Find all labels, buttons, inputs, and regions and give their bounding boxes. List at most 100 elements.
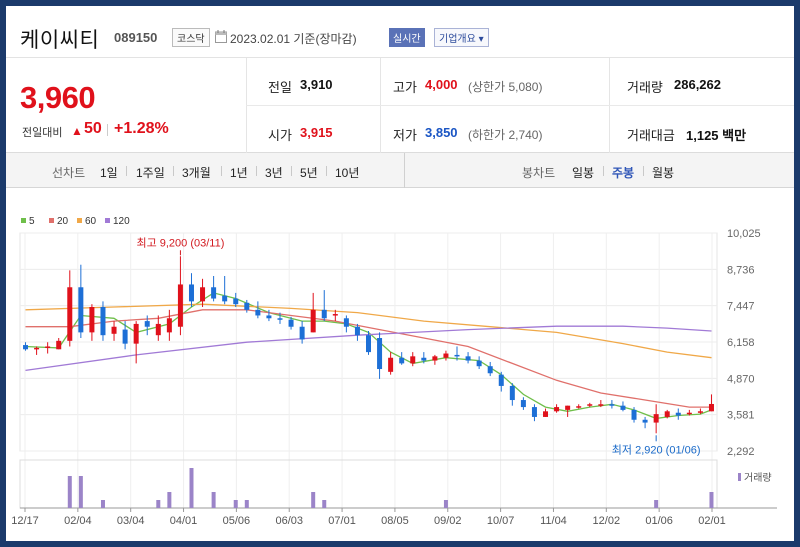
price-chart[interactable]: 10,025 8,736 7,447 6,158 4,870 3,581 2,292 12/1… — [6, 188, 794, 541]
upper-limit: (상한가 5,080) — [468, 80, 543, 94]
volume-bar — [709, 492, 714, 508]
range-3m[interactable]: 3개월 — [182, 164, 211, 181]
candle-body — [122, 329, 128, 344]
volume-bar — [654, 500, 659, 508]
range-3y[interactable]: 3년 — [265, 164, 283, 181]
candle-body — [78, 287, 84, 333]
range-1d[interactable]: 1일 — [100, 164, 118, 181]
volume-bar — [167, 492, 172, 508]
candle-body — [443, 353, 449, 358]
legend-label: 60 — [85, 216, 97, 227]
x-tick-label: 12/17 — [11, 515, 39, 527]
candle-body — [222, 295, 228, 302]
candle-body — [664, 411, 670, 417]
candle-body — [200, 287, 206, 302]
amount-value: 1,125 백만 — [686, 128, 747, 143]
candle-body — [642, 419, 648, 423]
range-5y[interactable]: 5년 — [300, 164, 318, 181]
current-price: 3,960 — [20, 80, 96, 115]
low-label: 저가 — [393, 128, 417, 143]
calendar-icon — [215, 30, 227, 43]
y-tick-label: 7,447 — [727, 301, 755, 313]
candle-body — [432, 356, 438, 361]
x-tick-label: 03/04 — [117, 515, 145, 527]
volume-bar — [322, 500, 327, 508]
chart-svg: 10,025 8,736 7,447 6,158 4,870 3,581 2,292 12/1… — [11, 216, 777, 527]
candle-body — [686, 412, 692, 415]
legend-swatch — [21, 218, 26, 223]
candle-body — [299, 326, 305, 340]
candle-body — [543, 411, 549, 417]
open-label: 시가 — [268, 128, 292, 143]
low-value: 3,850 — [425, 125, 458, 140]
amount-label: 거래대금 — [627, 128, 675, 143]
volume-bar — [211, 492, 216, 508]
candle-body — [487, 366, 493, 374]
candle-body — [321, 309, 327, 319]
candle-body — [410, 356, 416, 364]
change-value: 50 — [84, 120, 102, 137]
low-annotation: 최저 2,920 (01/06) — [612, 443, 701, 456]
candle-body — [56, 340, 62, 350]
candle-body — [675, 412, 681, 416]
candle-daily[interactable]: 일봉 — [572, 164, 594, 181]
y-tick-label: 6,158 — [727, 337, 755, 349]
candle-body — [144, 321, 150, 327]
company-overview-label: 기업개요 — [439, 34, 476, 45]
caret-down-icon: ▾ — [475, 34, 484, 45]
candle-body — [631, 409, 637, 420]
candle-body — [133, 323, 139, 344]
x-tick-label: 07/01 — [328, 515, 356, 527]
candle-monthly[interactable]: 월봉 — [652, 164, 674, 181]
y-tick-label: 10,025 — [727, 228, 761, 240]
range-1w[interactable]: 1주일 — [136, 164, 165, 181]
candle-body — [366, 335, 371, 353]
chart-range-bar: 선차트 1일 1주일 3개월 1년 3년 5년 10년 봉차트 일봉 주봉 월봉 — [6, 153, 794, 188]
candle-body — [288, 319, 294, 327]
realtime-button[interactable]: 실시간 — [389, 28, 425, 47]
market-badge: 코스닥 — [172, 28, 210, 47]
high-label: 고가 — [393, 80, 417, 95]
volume-bar — [78, 476, 83, 508]
y-tick-label: 4,870 — [727, 373, 755, 385]
legend-label: 5 — [29, 216, 35, 227]
company-overview-button[interactable]: 기업개요 ▾ — [434, 28, 489, 47]
range-10y[interactable]: 10년 — [335, 164, 359, 181]
stock-code: 089150 — [114, 30, 158, 45]
candle-body — [609, 404, 615, 406]
candle-body — [399, 357, 405, 364]
volume-bar — [67, 476, 72, 508]
volume-bar — [233, 500, 238, 508]
up-triangle-icon: ▲ — [71, 124, 83, 138]
volume-panel — [19, 459, 718, 509]
volume-legend-swatch — [738, 473, 741, 481]
high-value: 4,000 — [425, 77, 458, 92]
candle-body — [476, 360, 482, 367]
candle-body — [111, 326, 117, 334]
candle-body — [587, 404, 593, 406]
candle-body — [520, 400, 526, 408]
candle-body — [89, 307, 95, 333]
open-value: 3,915 — [300, 125, 333, 140]
lower-limit: (하한가 2,740) — [468, 128, 543, 142]
x-tick-label: 11/04 — [540, 515, 567, 527]
candle-body — [620, 405, 626, 410]
x-tick-label: 04/01 — [170, 515, 198, 527]
candle-body — [465, 356, 471, 361]
x-tick-label: 08/05 — [381, 515, 409, 527]
volume-bar — [189, 468, 194, 508]
candle-body — [354, 326, 360, 336]
candle-body — [100, 307, 106, 336]
candle-body — [598, 404, 604, 406]
volume-bar — [156, 500, 161, 508]
stock-widget: 케이씨티 089150 코스닥 2023.02.01 기준(장마감) 실시간 기… — [6, 6, 794, 541]
range-1y[interactable]: 1년 — [230, 164, 248, 181]
x-tick-label: 05/06 — [223, 515, 251, 527]
change-percent: +1.28% — [114, 120, 169, 137]
candle-body — [388, 357, 394, 372]
candle-body — [343, 318, 349, 327]
legend-label: 20 — [57, 216, 69, 227]
x-tick-label: 10/07 — [487, 515, 515, 527]
candle-weekly[interactable]: 주봉 — [612, 164, 634, 181]
x-tick-label: 12/02 — [593, 515, 621, 527]
